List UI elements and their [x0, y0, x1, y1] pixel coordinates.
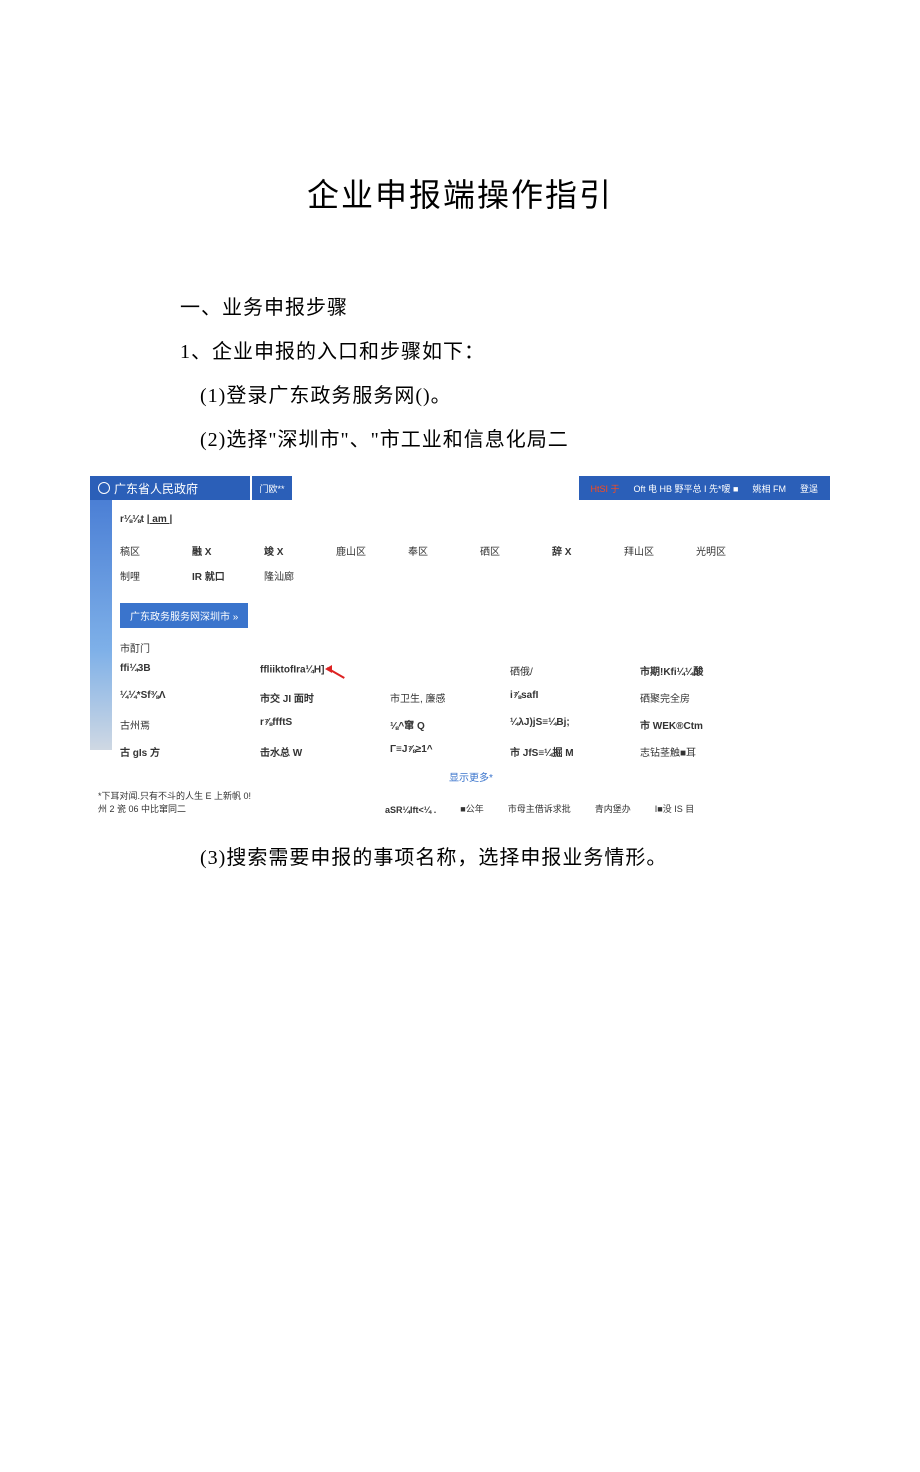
- top-menu-item-4[interactable]: 登逞: [800, 482, 818, 495]
- screenshot-footer: *下耳对闻.只有不斗的人生 E 上新帆 0! 州 2 瓷 06 中比窜同二 aS…: [90, 790, 830, 815]
- nav-tab[interactable]: 门欧**: [252, 476, 292, 500]
- district-item[interactable]: IR 就口: [192, 568, 264, 583]
- district-item[interactable]: 制哩: [120, 568, 192, 583]
- dept-cell[interactable]: r⅞ffftS: [260, 717, 390, 732]
- footer-mid: aSR¼Ift<¼ .: [385, 805, 436, 815]
- loc-part-a: r⅛⅛t: [120, 514, 147, 525]
- dept-grid: ffi¼3B ffliiktofIra¼H] 硒俄/ 市期!Kfi¼¼酸 ¼¼*…: [120, 663, 822, 759]
- dept-cell[interactable]: ¼λJ)jS≡¼Bj;: [510, 717, 640, 732]
- footer-left-line1: *下耳对闻.只有不斗的人生 E 上新帆 0!: [98, 790, 251, 803]
- gov-title: 广东省人民政府: [90, 476, 250, 500]
- step-3-container: (3)搜索需要申报的事项名称，选择申报业务情形。: [0, 841, 920, 870]
- footer-link[interactable]: I■没 IS 目: [655, 802, 694, 815]
- district-item[interactable]: 拜山区: [624, 543, 696, 558]
- footer-link[interactable]: ■公年: [460, 802, 483, 815]
- portal-button[interactable]: 广东政务服务网深圳市 »: [120, 603, 248, 628]
- dept-cell[interactable]: 志钻茎触■耳: [640, 744, 770, 759]
- dept-cell[interactable]: [390, 663, 510, 678]
- district-item[interactable]: 稿区: [120, 543, 192, 558]
- dept-cell[interactable]: 硒聚完全房: [640, 690, 770, 705]
- dept-cell[interactable]: ⅛^窜 Q: [390, 717, 510, 732]
- district-item[interactable]: 奉区: [408, 543, 480, 558]
- district-item[interactable]: 硒区: [480, 543, 552, 558]
- district-item[interactable]: 融 X: [192, 543, 264, 558]
- dept-cell[interactable]: ffi¼3B: [120, 663, 260, 678]
- dept-cell[interactable]: 市 JfS≡¼掘 M: [510, 744, 640, 759]
- dept-cell-text: ffliiktofIra¼H]: [260, 665, 324, 676]
- dept-section-label: 市酊门: [120, 640, 822, 655]
- district-item[interactable]: 隆汕廊: [264, 568, 336, 583]
- show-more-link[interactable]: 显示更多*: [120, 769, 822, 784]
- embedded-screenshot: 广东省人民政府 门欧** HtSI 于 Oft 电 HB 野平总 I 先*嗳 ■…: [90, 476, 830, 815]
- dept-cell[interactable]: Γ≡J⅞≥1^: [390, 744, 510, 759]
- dept-cell[interactable]: 硒俄/: [510, 663, 640, 678]
- dept-cell[interactable]: 市 WEK®Ctm: [640, 717, 770, 732]
- emblem-icon: [98, 482, 110, 494]
- dept-cell[interactable]: 市卫生, 廉感: [390, 690, 510, 705]
- screenshot-content: r⅛⅛t | am | 稿区 融 X 竣 X 鹿山区 奉区 硒区 辞 X 拜山区…: [120, 500, 830, 784]
- location-breadcrumb: r⅛⅛t | am |: [120, 514, 822, 525]
- dept-cell[interactable]: 市交 JI 面时: [260, 690, 390, 705]
- red-arrow-icon: [327, 663, 353, 677]
- district-item[interactable]: 竣 X: [264, 543, 336, 558]
- doc-body: 一、业务申报步骤 1、企业申报的入口和步骤如下： (1)登录广东政务服务网()。…: [0, 286, 920, 462]
- top-menu-item-1[interactable]: HtSI 于: [591, 482, 620, 495]
- dept-cell[interactable]: 古 gIs 方: [120, 744, 260, 759]
- footer-link[interactable]: 青内堡办: [595, 802, 631, 815]
- district-item[interactable]: 光明区: [696, 543, 768, 558]
- dept-cell[interactable]: 古州焉: [120, 717, 260, 732]
- district-list: 稿区 融 X 竣 X 鹿山区 奉区 硒区 辞 X 拜山区 光明区 制哩 IR 就…: [120, 543, 822, 593]
- dept-cell-highlighted[interactable]: ffliiktofIra¼H]: [260, 663, 390, 678]
- dept-cell[interactable]: ¼¼*Sf⅜Λ: [120, 690, 260, 705]
- doc-title: 企业申报端操作指引: [0, 170, 920, 216]
- dept-cell[interactable]: 击水总 W: [260, 744, 390, 759]
- top-menu-item-2[interactable]: Oft 电 HB 野平总 I 先*嗳 ■: [634, 482, 739, 495]
- step-1-3: (3)搜索需要申报的事项名称，选择申报业务情形。: [140, 841, 780, 870]
- step-1-2: (2)选择"深圳市"、"市工业和信息化局二: [140, 418, 780, 462]
- footer-left-line2: 州 2 瓷 06 中比窜同二: [98, 803, 251, 816]
- dept-cell[interactable]: i⅞safI: [510, 690, 640, 705]
- gov-name-text: 广东省人民政府: [114, 480, 198, 497]
- screenshot-topbar: 广东省人民政府 门欧** HtSI 于 Oft 电 HB 野平总 I 先*嗳 ■…: [90, 476, 830, 500]
- left-gradient-strip: [90, 500, 112, 750]
- top-menu-item-3[interactable]: 姚相 FM: [752, 482, 786, 495]
- footer-left: *下耳对闻.只有不斗的人生 E 上新帆 0! 州 2 瓷 06 中比窜同二: [98, 790, 251, 815]
- footer-link[interactable]: 市母主借诉求批: [508, 802, 571, 815]
- step-1-intro: 1、企业申报的入口和步骤如下：: [140, 330, 780, 374]
- footer-right: ■公年 市母主借诉求批 青内堡办 I■没 IS 目: [460, 802, 694, 815]
- loc-part-b: | am |: [147, 514, 173, 525]
- section-heading: 一、业务申报步骤: [140, 286, 780, 330]
- district-item[interactable]: 辞 X: [552, 543, 624, 558]
- district-item[interactable]: 鹿山区: [336, 543, 408, 558]
- dept-cell[interactable]: 市期!Kfi¼¼酸: [640, 663, 770, 678]
- step-1-1: (1)登录广东政务服务网()。: [140, 374, 780, 418]
- top-menu: HtSI 于 Oft 电 HB 野平总 I 先*嗳 ■ 姚相 FM 登逞: [579, 476, 830, 500]
